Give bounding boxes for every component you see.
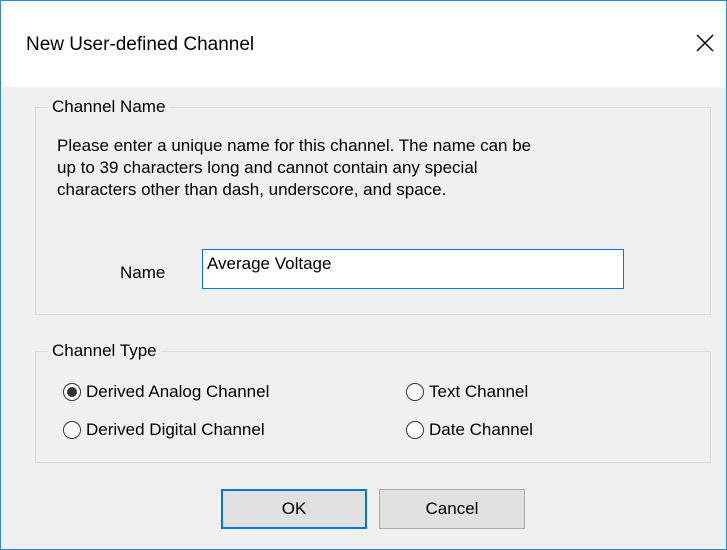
radio-label: Derived Digital Channel: [86, 420, 265, 439]
channel-name-group-title: Channel Name: [48, 96, 170, 118]
window-title: New User-defined Channel: [26, 34, 255, 55]
close-button[interactable]: [684, 17, 726, 69]
radio-unchecked-icon: [63, 421, 81, 439]
cancel-button[interactable]: Cancel: [379, 489, 525, 529]
radio-unchecked-icon: [406, 421, 424, 439]
description-line: up to 39 characters long and cannot cont…: [57, 158, 478, 177]
radio-text-channel[interactable]: Text Channel: [406, 381, 528, 403]
radio-label: Date Channel: [429, 420, 533, 439]
title-bar[interactable]: New User-defined Channel: [1, 1, 726, 87]
channel-type-group: Channel Type Derived Analog Channel Deri…: [35, 340, 711, 463]
description-line: characters other than dash, underscore, …: [57, 180, 447, 199]
radio-label: Derived Analog Channel: [86, 382, 270, 401]
radio-date-channel[interactable]: Date Channel: [406, 419, 533, 441]
radio-derived-digital-channel[interactable]: Derived Digital Channel: [63, 419, 265, 441]
description-line: Please enter a unique name for this chan…: [57, 136, 532, 155]
close-icon: [696, 34, 714, 52]
name-input[interactable]: [202, 249, 624, 289]
channel-name-description: Please enter a unique name for this chan…: [57, 135, 697, 201]
channel-type-group-title: Channel Type: [48, 340, 161, 362]
radio-checked-icon: [63, 383, 81, 401]
name-label: Name: [120, 263, 166, 282]
radio-label: Text Channel: [429, 382, 529, 401]
dialog-window: New User-defined Channel Channel Name Pl…: [0, 0, 727, 550]
ok-button[interactable]: OK: [221, 489, 367, 529]
radio-unchecked-icon: [406, 383, 424, 401]
radio-derived-analog-channel[interactable]: Derived Analog Channel: [63, 381, 269, 403]
channel-name-group: Channel Name Please enter a unique name …: [35, 96, 711, 315]
